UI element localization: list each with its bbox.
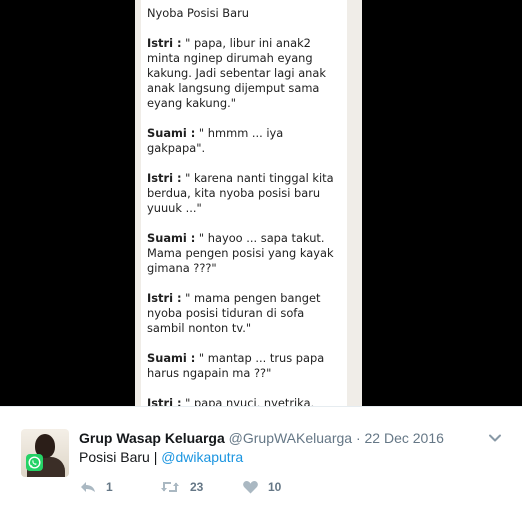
chat-speaker: Suami : xyxy=(147,351,196,365)
tweet-media-image[interactable]: Nyoba Posisi Baru Istri : " papa, libur … xyxy=(0,0,522,406)
retweet-button[interactable]: 23 xyxy=(159,477,203,497)
chat-speaker: Istri : xyxy=(147,396,182,406)
heart-icon xyxy=(242,479,259,495)
chat-message-bubble: Nyoba Posisi Baru Istri : " papa, libur … xyxy=(141,0,347,406)
whatsapp-icon xyxy=(26,454,43,471)
chat-speaker: Istri : xyxy=(147,291,182,305)
tweet-header: Grup Wasap Keluarga @GrupWAKeluarga · 22… xyxy=(79,429,444,447)
chat-message: Istri : " karena nanti tinggal kita berd… xyxy=(147,171,339,216)
chat-speaker: Suami : xyxy=(147,126,196,140)
separator: · xyxy=(355,430,361,446)
reply-button[interactable]: 1 xyxy=(79,477,113,497)
chat-title: Nyoba Posisi Baru xyxy=(147,6,250,20)
chat-message: Suami : " hmmm ... iya gakpapa". xyxy=(147,126,339,156)
tweet-card[interactable]: Grup Wasap Keluarga @GrupWAKeluarga · 22… xyxy=(0,406,522,513)
chat-messages: Istri : " papa, libur ini anak2 minta ng… xyxy=(147,36,339,406)
chat-message: Istri : " papa, libur ini anak2 minta ng… xyxy=(147,36,339,111)
retweet-icon xyxy=(159,479,181,495)
display-name[interactable]: Grup Wasap Keluarga xyxy=(79,430,225,446)
chat-speaker: Suami : xyxy=(147,231,196,245)
chevron-down-icon[interactable] xyxy=(488,431,502,445)
tweet-text-prefix: Posisi Baru | xyxy=(79,449,162,465)
chat-message: Istri : " papa nyuci, nyetrika, nyapu, s… xyxy=(147,396,339,406)
avatar[interactable] xyxy=(21,429,69,477)
chat-message: Suami : " hayoo ... sapa takut. Mama pen… xyxy=(147,231,339,276)
mention-link[interactable]: @dwikaputra xyxy=(161,449,243,465)
chat-message: Suami : " mantap ... trus papa harus nga… xyxy=(147,351,339,381)
chat-screenshot: Nyoba Posisi Baru Istri : " papa, libur … xyxy=(135,0,362,406)
reply-icon xyxy=(79,479,97,495)
tweet-text: Posisi Baru | @dwikaputra xyxy=(79,447,243,467)
retweet-count: 23 xyxy=(190,480,204,494)
like-count: 10 xyxy=(268,480,282,494)
timestamp[interactable]: 22 Dec 2016 xyxy=(365,430,444,446)
reply-count: 1 xyxy=(106,480,113,494)
screen-name[interactable]: @GrupWAKeluarga xyxy=(229,430,352,446)
chat-speaker: Istri : xyxy=(147,36,182,50)
chat-speaker: Istri : xyxy=(147,171,182,185)
chat-message: Istri : " mama pengen banget nyoba posis… xyxy=(147,291,339,336)
like-button[interactable]: 10 xyxy=(242,477,281,497)
